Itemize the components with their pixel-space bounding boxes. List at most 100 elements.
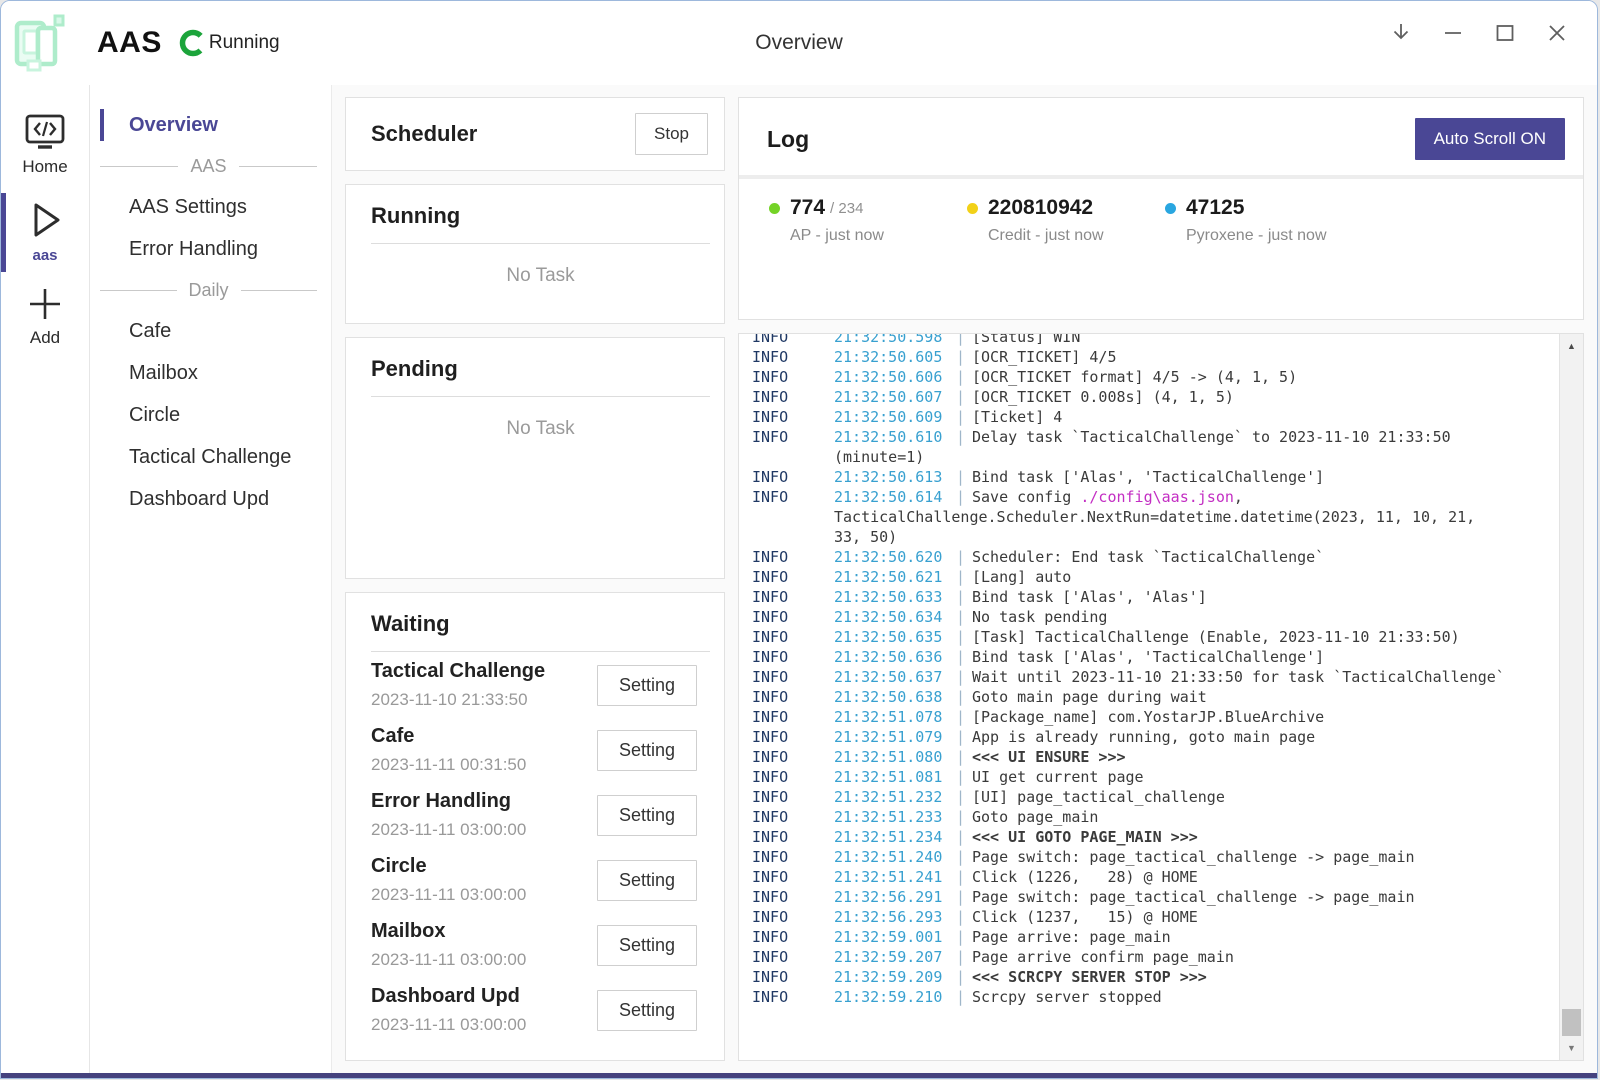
- log-line: INFO21:32:51.079|App is already running,…: [752, 727, 1559, 747]
- log-line: INFO21:32:59.207|Page arrive confirm pag…: [752, 947, 1559, 967]
- waiting-title: Waiting: [371, 611, 450, 636]
- setting-button-error-handling[interactable]: Setting: [597, 795, 697, 836]
- stat-dot-icon: [1165, 203, 1176, 214]
- log-line: INFO21:32:50.620|Scheduler: End task `Ta…: [752, 547, 1559, 567]
- stat-top: 774/ 234: [769, 196, 967, 220]
- task-next-run-time: 2023-11-11 03:00:00: [371, 820, 526, 840]
- maximize-button[interactable]: [1479, 13, 1531, 53]
- rail-item-aas[interactable]: aas: [1, 191, 89, 278]
- log-line: INFO21:32:51.241|Click (1226, 28) @ HOME: [752, 867, 1559, 887]
- log-line-continuation: 33, 50): [752, 527, 1559, 547]
- rail-item-home[interactable]: Home: [1, 105, 89, 191]
- waiting-task-row: Dashboard Upd 2023-11-11 03:00:00 Setting: [371, 977, 710, 1042]
- log-line: INFO21:32:50.636|Bind task ['Alas', 'Tac…: [752, 647, 1559, 667]
- plus-icon: [25, 286, 65, 322]
- nav-item-tactical-challenge[interactable]: Tactical Challenge: [90, 436, 331, 478]
- log-line: INFO21:32:50.606|[OCR_TICKET format] 4/5…: [752, 367, 1559, 387]
- download-arrow-button[interactable]: [1375, 13, 1427, 53]
- rail-item-label: Home: [22, 157, 67, 177]
- waiting-task-row: Tactical Challenge2023-11-10 21:33:50Set…: [371, 652, 710, 717]
- log-title: Log: [767, 126, 809, 153]
- stat-label: AP - just now: [769, 227, 967, 245]
- log-line: INFO21:32:50.598|[Status] WIN: [752, 334, 1559, 347]
- stat-label: Pyroxene - just now: [1165, 227, 1363, 245]
- log-line: INFO21:32:51.078|[Package_name] com.Yost…: [752, 707, 1559, 727]
- waiting-task-row: Error Handling 2023-11-11 03:00:00 Setting: [371, 782, 710, 847]
- nav-item-dashboard-upd[interactable]: Dashboard Upd: [90, 478, 331, 520]
- nav-item-label: Cafe: [129, 320, 171, 343]
- log-line: INFO21:32:50.605|[OCR_TICKET] 4/5: [752, 347, 1559, 367]
- resource-stat-ap: 774/ 234 AP - just now: [769, 196, 967, 245]
- nav-item-cafe[interactable]: Cafe: [90, 310, 331, 352]
- stop-button[interactable]: Stop: [635, 113, 708, 155]
- nav-item-overview[interactable]: Overview: [90, 104, 331, 146]
- task-info: Dashboard Upd 2023-11-11 03:00:00: [371, 985, 526, 1035]
- stat-value: 47125: [1186, 196, 1244, 220]
- setting-button-mailbox[interactable]: Setting: [597, 925, 697, 966]
- setting-button-dashboard-upd[interactable]: Setting: [597, 990, 697, 1031]
- active-indicator: [1, 193, 6, 272]
- log-line-continuation: TacticalChallenge.Scheduler.NextRun=date…: [752, 507, 1559, 527]
- waiting-card: Waiting Tactical Challenge2023-11-10 21:…: [345, 592, 725, 1061]
- page-title: Overview: [755, 31, 843, 55]
- scheduler-title: Scheduler: [371, 121, 477, 147]
- nav-item-error-handling[interactable]: Error Handling: [90, 228, 331, 270]
- nav-item-mailbox[interactable]: Mailbox: [90, 352, 331, 394]
- minimize-button[interactable]: [1427, 13, 1479, 53]
- waiting-task-row: Circle2023-11-11 03:00:00 Setting: [371, 847, 710, 912]
- setting-button-cafe[interactable]: Setting: [597, 730, 697, 771]
- log-output-card: INFO21:32:50.598|[Status] WININFO21:32:5…: [738, 333, 1584, 1061]
- running-card: Running No Task: [345, 184, 725, 324]
- nav-item-label: Tactical Challenge: [129, 446, 291, 469]
- nav-menu: Overview AAS AAS Settings Error Handling Dai…: [90, 85, 332, 1073]
- task-name: Error Handling: [371, 790, 526, 813]
- pending-title: Pending: [371, 356, 458, 381]
- setting-button-tactical-challenge[interactable]: Setting: [597, 665, 697, 706]
- nav-section-divider: AAS: [90, 146, 331, 186]
- task-name: Dashboard Upd: [371, 985, 526, 1008]
- resource-stats: 774/ 234 AP - just now220810942Credit - j…: [739, 179, 1583, 245]
- nav-item-label: Error Handling: [129, 238, 258, 261]
- task-name: Tactical Challenge: [371, 660, 545, 683]
- log-line: INFO21:32:50.614|Save config ./config\aa…: [752, 487, 1559, 507]
- nav-section-label: Daily: [189, 280, 229, 301]
- nav-item-circle[interactable]: Circle: [90, 394, 331, 436]
- log-scrollbar[interactable]: ▲ ▼: [1559, 334, 1583, 1060]
- close-button[interactable]: [1531, 13, 1583, 53]
- nav-item-label: AAS Settings: [129, 196, 247, 219]
- task-info: Circle2023-11-11 03:00:00: [371, 855, 526, 905]
- title-bar: AAS Running Overview: [1, 1, 1597, 85]
- setting-button-circle[interactable]: Setting: [597, 860, 697, 901]
- scrollbar-thumb[interactable]: [1562, 1009, 1581, 1036]
- nav-item-label: Circle: [129, 404, 180, 427]
- task-info: Error Handling 2023-11-11 03:00:00: [371, 790, 526, 840]
- running-title: Running: [371, 203, 460, 228]
- nav-item-aas-settings[interactable]: AAS Settings: [90, 186, 331, 228]
- scrollbar-down-arrow-icon[interactable]: ▼: [1560, 1038, 1583, 1058]
- window-controls: [1375, 13, 1583, 53]
- waiting-task-row: Mailbox 2023-11-11 03:00:00 Setting: [371, 912, 710, 977]
- log-line: INFO21:32:50.613|Bind task ['Alas', 'Tac…: [752, 467, 1559, 487]
- running-empty-text: No Task: [371, 265, 710, 287]
- waiting-task-list: Tactical Challenge2023-11-10 21:33:50Set…: [371, 652, 710, 1042]
- scrollbar-up-arrow-icon[interactable]: ▲: [1560, 336, 1583, 356]
- log-column: Log Auto Scroll ON 774/ 234 AP - just now…: [738, 97, 1584, 1061]
- task-next-run-time: 2023-11-11 03:00:00: [371, 1015, 526, 1035]
- task-next-run-time: 2023-11-11 03:00:00: [371, 885, 526, 905]
- log-line: INFO21:32:51.240|Page switch: page_tacti…: [752, 847, 1559, 867]
- play-icon: [25, 199, 65, 241]
- app-title: AAS: [97, 26, 162, 60]
- log-line-continuation: (minute=1): [752, 447, 1559, 467]
- task-next-run-time: 2023-11-11 03:00:00: [371, 950, 526, 970]
- log-header-card: Log Auto Scroll ON 774/ 234 AP - just now…: [738, 97, 1584, 320]
- auto-scroll-toggle-button[interactable]: Auto Scroll ON: [1415, 118, 1565, 160]
- stat-max: / 234: [830, 200, 863, 217]
- log-line: INFO21:32:51.081|UI get current page: [752, 767, 1559, 787]
- log-line: INFO21:32:50.621|[Lang] auto: [752, 567, 1559, 587]
- resource-stat-credit: 220810942Credit - just now: [967, 196, 1165, 245]
- task-name: Mailbox: [371, 920, 526, 943]
- nav-section-label: AAS: [190, 156, 226, 177]
- log-line: INFO21:32:51.232|[UI] page_tactical_chal…: [752, 787, 1559, 807]
- rail-item-add[interactable]: Add: [1, 278, 89, 362]
- scheduler-status-text: Running: [209, 32, 280, 54]
